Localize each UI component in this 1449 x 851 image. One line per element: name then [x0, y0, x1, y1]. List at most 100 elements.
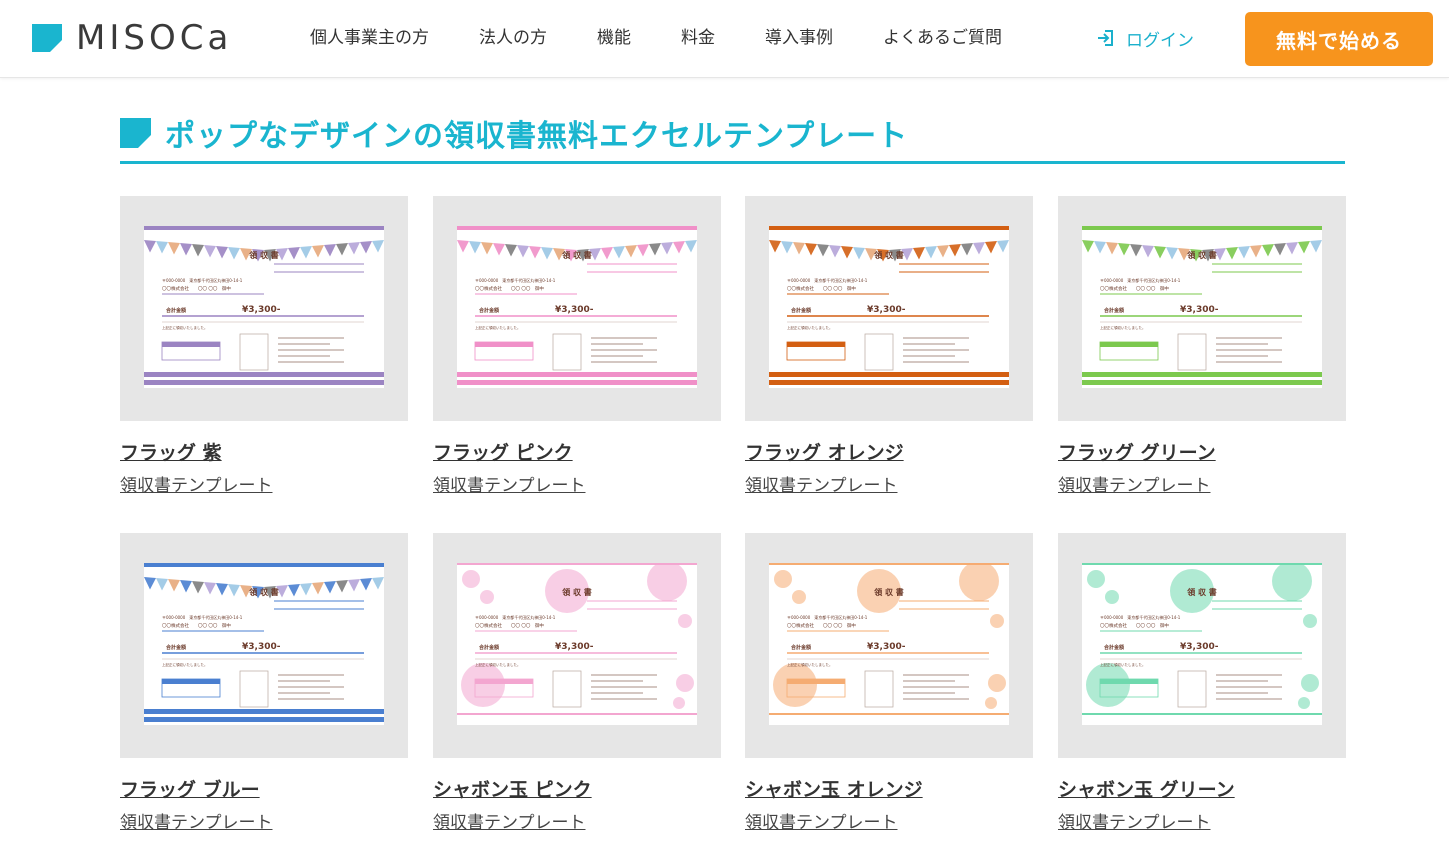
svg-text:合計金額: 合計金額 [478, 644, 499, 651]
template-name-link[interactable]: フラッグ グリーン [1058, 438, 1346, 465]
svg-text:〇〇株式会社 〇〇 〇〇 御中: 〇〇株式会社 〇〇 〇〇 御中 [787, 622, 856, 629]
template-thumbnail[interactable]: 領 収 書〒000-0000 東京都千代田区丸神田0-14-1 〇〇株式会社 〇〇… [120, 533, 408, 758]
svg-text:上記正に領収いたしました。: 上記正に領収いたしました。 [162, 325, 208, 330]
section-heading: ポップなデザインの領収書無料エクセルテンプレート [120, 112, 1345, 164]
page-title: ポップなデザインの領収書無料エクセルテンプレート [165, 118, 909, 154]
svg-text:領 収 書: 領 収 書 [248, 587, 279, 597]
template-thumbnail[interactable]: 領 収 書〒000-0000 東京都千代田区丸神田0-14-1 〇〇株式会社 〇〇… [1058, 533, 1346, 758]
svg-text:〇〇株式会社 〇〇 〇〇 御中: 〇〇株式会社 〇〇 〇〇 御中 [475, 285, 544, 292]
svg-text:領 収 書: 領 収 書 [873, 250, 904, 260]
svg-text:〒000-0000 東京都千代田区丸神田0-14-1: 〒000-0000 東京都千代田区丸神田0-14-1 [162, 614, 243, 620]
receipt-preview-image: 領 収 書〒000-0000 東京都千代田区丸神田0-14-1 〇〇株式会社 〇〇… [144, 226, 384, 388]
logo-text: MISOCa [76, 18, 233, 58]
svg-text:〒000-0000 東京都千代田区丸神田0-14-1: 〒000-0000 東京都千代田区丸神田0-14-1 [787, 277, 868, 283]
svg-text:¥3,300-: ¥3,300- [1180, 642, 1219, 652]
template-card: 領 収 書〒000-0000 東京都千代田区丸神田0-14-1 〇〇株式会社 〇〇… [745, 196, 1033, 496]
nav-pricing[interactable]: 料金 [681, 24, 715, 52]
template-card: 領 収 書〒000-0000 東京都千代田区丸神田0-14-1 〇〇株式会社 〇〇… [433, 196, 721, 496]
template-thumbnail[interactable]: 領 収 書〒000-0000 東京都千代田区丸神田0-14-1 〇〇株式会社 〇〇… [433, 533, 721, 758]
template-type-link[interactable]: 領収書テンプレート [433, 808, 721, 833]
svg-text:¥3,300-: ¥3,300- [555, 642, 594, 652]
svg-text:〒000-0000 東京都千代田区丸神田0-14-1: 〒000-0000 東京都千代田区丸神田0-14-1 [475, 614, 556, 620]
template-type-link[interactable]: 領収書テンプレート [745, 808, 1033, 833]
svg-text:合計金額: 合計金額 [790, 644, 811, 651]
login-link[interactable]: ログイン [1096, 24, 1194, 52]
template-name-link[interactable]: シャボン玉 ピンク [433, 775, 721, 802]
svg-text:〇〇株式会社 〇〇 〇〇 御中: 〇〇株式会社 〇〇 〇〇 御中 [162, 622, 231, 629]
svg-text:合計金額: 合計金額 [478, 307, 499, 314]
svg-text:上記正に領収いたしました。: 上記正に領収いたしました。 [475, 662, 521, 667]
template-name-link[interactable]: シャボン玉 オレンジ [745, 775, 1033, 802]
template-type-link[interactable]: 領収書テンプレート [745, 471, 1033, 496]
svg-text:〇〇株式会社 〇〇 〇〇 御中: 〇〇株式会社 〇〇 〇〇 御中 [1100, 285, 1169, 292]
main-nav: 個人事業主の方 法人の方 機能 料金 導入事例 よくあるご質問 [310, 24, 1038, 52]
nav-case-studies[interactable]: 導入事例 [765, 24, 833, 52]
template-thumbnail[interactable]: 領 収 書〒000-0000 東京都千代田区丸神田0-14-1 〇〇株式会社 〇〇… [745, 196, 1033, 421]
template-thumbnail[interactable]: 領 収 書〒000-0000 東京都千代田区丸神田0-14-1 〇〇株式会社 〇〇… [1058, 196, 1346, 421]
svg-text:〇〇株式会社 〇〇 〇〇 御中: 〇〇株式会社 〇〇 〇〇 御中 [787, 285, 856, 292]
svg-text:〒000-0000 東京都千代田区丸神田0-14-1: 〒000-0000 東京都千代田区丸神田0-14-1 [162, 277, 243, 283]
receipt-preview-image: 領 収 書〒000-0000 東京都千代田区丸神田0-14-1 〇〇株式会社 〇〇… [769, 563, 1009, 725]
logo-mark-icon [32, 24, 62, 52]
svg-text:〒000-0000 東京都千代田区丸神田0-14-1: 〒000-0000 東京都千代田区丸神田0-14-1 [1100, 614, 1181, 620]
template-card: 領 収 書〒000-0000 東京都千代田区丸神田0-14-1 〇〇株式会社 〇〇… [120, 196, 408, 496]
svg-text:〇〇株式会社 〇〇 〇〇 御中: 〇〇株式会社 〇〇 〇〇 御中 [162, 285, 231, 292]
receipt-preview-image: 領 収 書〒000-0000 東京都千代田区丸神田0-14-1 〇〇株式会社 〇〇… [457, 226, 697, 388]
template-thumbnail[interactable]: 領 収 書〒000-0000 東京都千代田区丸神田0-14-1 〇〇株式会社 〇〇… [433, 196, 721, 421]
svg-text:上記正に領収いたしました。: 上記正に領収いたしました。 [1100, 662, 1146, 667]
template-card: 領 収 書〒000-0000 東京都千代田区丸神田0-14-1 〇〇株式会社 〇〇… [1058, 533, 1346, 833]
svg-text:¥3,300-: ¥3,300- [867, 305, 906, 315]
receipt-preview-image: 領 収 書〒000-0000 東京都千代田区丸神田0-14-1 〇〇株式会社 〇〇… [1082, 563, 1322, 725]
template-name-link[interactable]: フラッグ ピンク [433, 438, 721, 465]
nav-sole-proprietor[interactable]: 個人事業主の方 [310, 24, 429, 52]
template-card: 領 収 書〒000-0000 東京都千代田区丸神田0-14-1 〇〇株式会社 〇〇… [1058, 196, 1346, 496]
svg-text:〇〇株式会社 〇〇 〇〇 御中: 〇〇株式会社 〇〇 〇〇 御中 [1100, 622, 1169, 629]
template-name-link[interactable]: シャボン玉 グリーン [1058, 775, 1346, 802]
heading-mark-icon [120, 117, 151, 148]
misoca-logo[interactable]: MISOCa [32, 18, 233, 58]
template-thumbnail[interactable]: 領 収 書〒000-0000 東京都千代田区丸神田0-14-1 〇〇株式会社 〇〇… [120, 196, 408, 421]
template-card: 領 収 書〒000-0000 東京都千代田区丸神田0-14-1 〇〇株式会社 〇〇… [745, 533, 1033, 833]
svg-text:領 収 書: 領 収 書 [873, 587, 904, 597]
svg-text:〒000-0000 東京都千代田区丸神田0-14-1: 〒000-0000 東京都千代田区丸神田0-14-1 [1100, 277, 1181, 283]
template-type-link[interactable]: 領収書テンプレート [433, 471, 721, 496]
svg-text:合計金額: 合計金額 [165, 307, 186, 314]
svg-text:上記正に領収いたしました。: 上記正に領収いたしました。 [787, 662, 833, 667]
login-label: ログイン [1126, 30, 1194, 51]
svg-text:¥3,300-: ¥3,300- [555, 305, 594, 315]
svg-text:合計金額: 合計金額 [1103, 644, 1124, 651]
receipt-preview-image: 領 収 書〒000-0000 東京都千代田区丸神田0-14-1 〇〇株式会社 〇〇… [457, 563, 697, 725]
template-type-link[interactable]: 領収書テンプレート [1058, 471, 1346, 496]
nav-faq[interactable]: よくあるご質問 [883, 24, 1002, 52]
svg-text:¥3,300-: ¥3,300- [867, 642, 906, 652]
nav-features[interactable]: 機能 [597, 24, 631, 52]
svg-text:〒000-0000 東京都千代田区丸神田0-14-1: 〒000-0000 東京都千代田区丸神田0-14-1 [787, 614, 868, 620]
svg-text:領 収 書: 領 収 書 [1186, 250, 1217, 260]
svg-text:領 収 書: 領 収 書 [1186, 587, 1217, 597]
template-thumbnail[interactable]: 領 収 書〒000-0000 東京都千代田区丸神田0-14-1 〇〇株式会社 〇〇… [745, 533, 1033, 758]
template-name-link[interactable]: フラッグ ブルー [120, 775, 408, 802]
template-type-link[interactable]: 領収書テンプレート [120, 471, 408, 496]
login-icon [1098, 30, 1113, 46]
template-type-link[interactable]: 領収書テンプレート [1058, 808, 1346, 833]
template-name-link[interactable]: フラッグ オレンジ [745, 438, 1033, 465]
receipt-preview-image: 領 収 書〒000-0000 東京都千代田区丸神田0-14-1 〇〇株式会社 〇〇… [144, 563, 384, 725]
site-header: MISOCa 個人事業主の方 法人の方 機能 料金 導入事例 よくあるご質問 ロ… [0, 0, 1449, 78]
svg-text:領 収 書: 領 収 書 [561, 587, 592, 597]
svg-text:領 収 書: 領 収 書 [248, 250, 279, 260]
receipt-preview-image: 領 収 書〒000-0000 東京都千代田区丸神田0-14-1 〇〇株式会社 〇〇… [769, 226, 1009, 388]
template-name-link[interactable]: フラッグ 紫 [120, 438, 408, 465]
svg-text:〇〇株式会社 〇〇 〇〇 御中: 〇〇株式会社 〇〇 〇〇 御中 [475, 622, 544, 629]
svg-text:領 収 書: 領 収 書 [561, 250, 592, 260]
nav-corporation[interactable]: 法人の方 [479, 24, 547, 52]
svg-text:合計金額: 合計金額 [790, 307, 811, 314]
svg-text:上記正に領収いたしました。: 上記正に領収いたしました。 [787, 325, 833, 330]
svg-text:¥3,300-: ¥3,300- [242, 642, 281, 652]
svg-text:合計金額: 合計金額 [1103, 307, 1124, 314]
template-card: 領 収 書〒000-0000 東京都千代田区丸神田0-14-1 〇〇株式会社 〇〇… [433, 533, 721, 833]
svg-text:¥3,300-: ¥3,300- [1180, 305, 1219, 315]
template-type-link[interactable]: 領収書テンプレート [120, 808, 408, 833]
start-free-button[interactable]: 無料で始める [1245, 12, 1433, 66]
svg-text:上記正に領収いたしました。: 上記正に領収いたしました。 [475, 325, 521, 330]
svg-text:上記正に領収いたしました。: 上記正に領収いたしました。 [1100, 325, 1146, 330]
